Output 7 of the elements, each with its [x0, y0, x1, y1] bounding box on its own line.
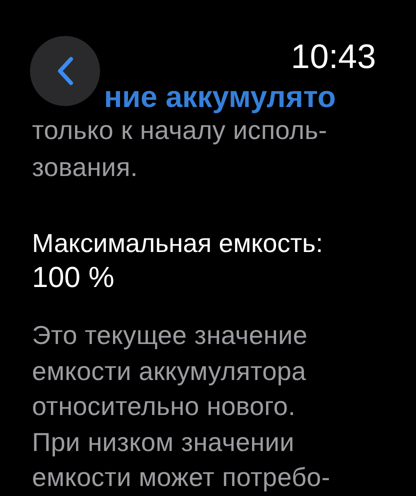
description-paragraph: Это текущее значение емкости аккумулятора относительно нового. При низком значении емкости может потребо-	[32, 319, 332, 494]
clock-time: 10:43	[290, 37, 376, 78]
capacity-label: Максимальная емкость:	[32, 227, 324, 260]
chevron-left-icon	[56, 56, 74, 86]
capacity-value: 100 %	[32, 261, 116, 296]
page-title: ние аккумулято	[104, 80, 337, 116]
intro-paragraph: только к началу исполь- зования.	[32, 114, 328, 184]
